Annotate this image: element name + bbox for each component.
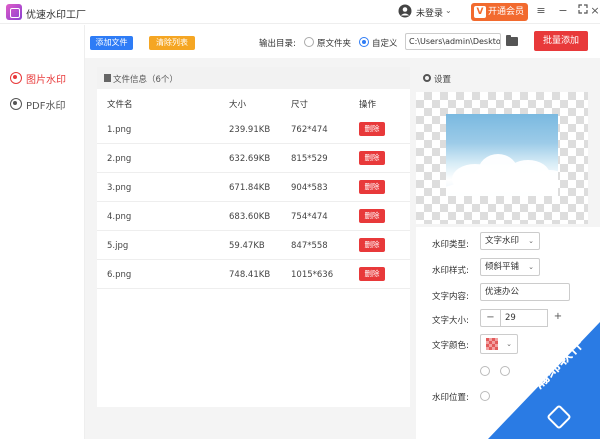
output-path-input[interactable]: C:\Users\admin\Deskto <box>405 33 501 50</box>
column-header-action: 操作 <box>359 100 377 110</box>
content-gutter <box>85 58 600 67</box>
radio-custom-label: 自定义 <box>372 39 398 49</box>
radio-custom-folder[interactable] <box>359 37 369 47</box>
preview-image <box>446 114 558 196</box>
sidebar-item-label: PDF水印 <box>26 100 66 112</box>
app-logo-icon <box>6 4 22 20</box>
table-row[interactable]: 2.png 632.69KB 815*529 删除 <box>97 144 410 173</box>
column-header-dimensions: 尺寸 <box>291 100 309 110</box>
watermark-type-select[interactable]: 文字水印 ⌄ <box>480 232 540 250</box>
file-name: 2.png <box>107 154 132 164</box>
vip-icon: V <box>474 6 486 18</box>
file-list-title: 文件信息（6个） <box>113 75 178 85</box>
file-dimensions: 762*474 <box>291 125 328 135</box>
file-dimensions: 815*529 <box>291 154 328 164</box>
column-header-name: 文件名 <box>107 100 133 110</box>
menu-icon[interactable]: ≡ <box>533 3 549 19</box>
restore-icon[interactable] <box>575 3 591 19</box>
watermark-type-value: 文字水印 <box>485 236 520 246</box>
delete-button[interactable]: 删除 <box>359 267 385 281</box>
user-icon[interactable] <box>398 4 412 18</box>
site-watermark-logo: 瀚绵软件 <box>488 322 600 439</box>
add-files-button[interactable]: 添加文件 <box>90 36 133 50</box>
file-dimensions: 754*474 <box>291 212 328 222</box>
pdf-watermark-icon <box>10 98 22 110</box>
close-icon[interactable]: × <box>590 3 600 19</box>
chevron-down-icon: ⌄ <box>528 263 534 271</box>
bottom-strip <box>85 407 416 439</box>
file-size: 671.84KB <box>229 183 271 193</box>
delete-button[interactable]: 删除 <box>359 122 385 136</box>
table-row[interactable]: 4.png 683.60KB 754*474 删除 <box>97 202 410 231</box>
file-size: 632.69KB <box>229 154 271 164</box>
table-row[interactable]: 3.png 671.84KB 904*583 删除 <box>97 173 410 202</box>
file-size: 59.47KB <box>229 241 265 251</box>
document-icon <box>104 74 111 82</box>
file-list-panel: 文件信息（6个） 文件名 大小 尺寸 操作 1.png 239.91KB 762… <box>97 67 410 407</box>
sidebar: 图片水印 PDF水印 <box>0 25 85 439</box>
delete-button[interactable]: 删除 <box>359 209 385 223</box>
watermark-style-label: 水印样式: <box>432 266 469 276</box>
output-dir-label: 输出目录: <box>259 39 296 49</box>
settings-title: 设置 <box>434 75 452 85</box>
file-dimensions: 1015*636 <box>291 270 334 280</box>
file-size: 239.91KB <box>229 125 271 135</box>
text-content-label: 文字内容: <box>432 292 469 302</box>
batch-add-button[interactable]: 批量添加 <box>534 31 588 51</box>
app-title: 优速水印工厂 <box>26 10 86 21</box>
file-dimensions: 847*558 <box>291 241 328 251</box>
image-watermark-icon <box>10 72 22 84</box>
column-header-size: 大小 <box>229 100 247 110</box>
radio-original-folder[interactable] <box>304 37 314 47</box>
vip-button[interactable]: V 开通会员 <box>471 3 528 21</box>
file-name: 5.jpg <box>107 241 129 251</box>
clear-list-button[interactable]: 清除列表 <box>149 36 195 50</box>
watermark-type-label: 水印类型: <box>432 240 469 250</box>
delete-button[interactable]: 删除 <box>359 238 385 252</box>
file-name: 6.png <box>107 270 132 280</box>
login-status[interactable]: 未登录 <box>416 6 443 19</box>
sidebar-item-label: 图片水印 <box>26 74 66 86</box>
file-list-header: 文件信息（6个） <box>97 67 410 89</box>
table-row[interactable]: 6.png 748.41KB 1015*636 删除 <box>97 260 410 289</box>
file-name: 1.png <box>107 125 132 135</box>
file-name: 4.png <box>107 212 132 222</box>
content-gutter-left <box>85 58 97 439</box>
watermark-style-value: 倾斜平铺 <box>485 262 520 272</box>
radio-original-label: 原文件夹 <box>317 39 352 49</box>
text-size-label: 文字大小: <box>432 316 469 326</box>
gear-icon <box>423 74 431 82</box>
title-bar: 优速水印工厂 未登录 ⌄ V 开通会员 ≡ − × <box>0 0 600 24</box>
sidebar-item-pdf-watermark[interactable]: PDF水印 <box>10 96 65 112</box>
table-row[interactable]: 1.png 239.91KB 762*474 删除 <box>97 115 410 144</box>
table-row[interactable]: 5.jpg 59.47KB 847*558 删除 <box>97 231 410 260</box>
settings-header: 设置 <box>416 67 600 89</box>
delete-button[interactable]: 删除 <box>359 180 385 194</box>
chevron-down-icon: ⌄ <box>528 237 534 245</box>
watermark-preview <box>416 92 588 224</box>
sidebar-item-image-watermark[interactable]: 图片水印 <box>10 70 66 86</box>
file-size: 748.41KB <box>229 270 271 280</box>
watermark-style-select[interactable]: 倾斜平铺 ⌄ <box>480 258 540 276</box>
delete-button[interactable]: 删除 <box>359 151 385 165</box>
file-name: 3.png <box>107 183 132 193</box>
watermark-position-label: 水印位置: <box>432 393 469 403</box>
vip-label: 开通会员 <box>488 7 525 17</box>
text-content-input[interactable]: 优速办公 <box>480 283 570 301</box>
file-size: 683.60KB <box>229 212 271 222</box>
file-dimensions: 904*583 <box>291 183 328 193</box>
text-color-label: 文字颜色: <box>432 341 469 351</box>
folder-icon[interactable] <box>506 35 518 46</box>
chevron-down-icon[interactable]: ⌄ <box>445 6 452 15</box>
minimize-icon[interactable]: − <box>555 3 571 19</box>
